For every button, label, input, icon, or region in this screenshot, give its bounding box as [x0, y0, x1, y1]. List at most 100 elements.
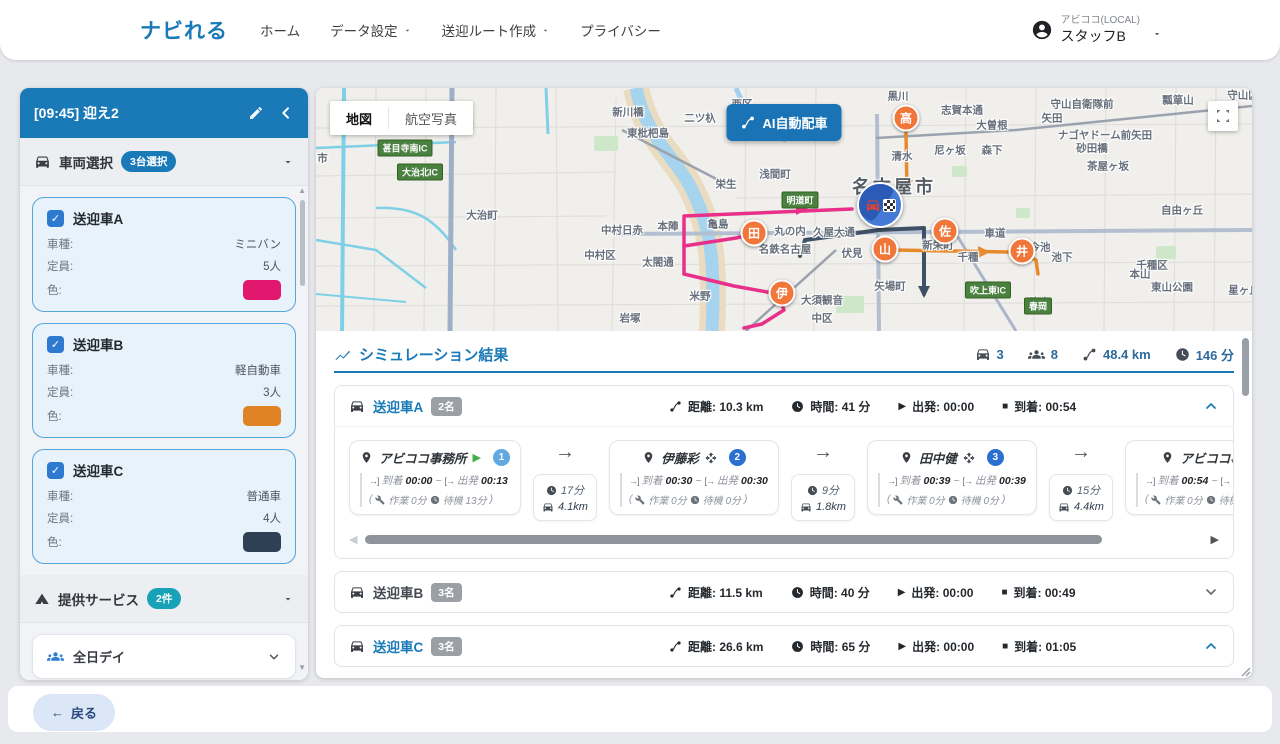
top-navbar: ナビれる ホーム データ設定 送迎ルート作成 プライバシー アビココ(LOCAL…: [0, 0, 1280, 60]
scroll-left-arrow[interactable]: ◀: [349, 533, 357, 546]
map-view-button[interactable]: 地図: [330, 101, 388, 135]
user-menu[interactable]: アビココ(LOCAL) スタッフB: [1031, 15, 1162, 45]
vehicle-a-toggle[interactable]: ✓ 送迎車A: [47, 208, 281, 228]
stop-card-3[interactable]: 田中健 3 →]到着00:39~[→出発00:39 (作業 0分待機 0分): [867, 440, 1037, 515]
ai-auto-dispatch-button[interactable]: AI自動配車: [726, 104, 841, 141]
map-place-label: 森下: [982, 143, 1003, 158]
map-place-label: 岩塚: [620, 311, 641, 326]
map-place-label: 中村日赤: [601, 223, 643, 238]
chevron-up-icon[interactable]: [1203, 398, 1219, 414]
car-icon: [349, 638, 365, 654]
map-place-label: 太閤通: [642, 255, 674, 270]
vehicle-c-row[interactable]: 送迎車C 3名 距離: 26.6 km 時間: 65 分 ▶出発: 00:00 …: [335, 626, 1233, 666]
back-button[interactable]: ← 戻る: [33, 694, 115, 731]
app-brand[interactable]: ナビれる: [140, 15, 228, 45]
vehicle-card-b: ✓ 送迎車B 車種:軽自動車 定員:3人 色:: [32, 323, 296, 438]
nav-home[interactable]: ホーム: [260, 20, 300, 40]
vehicle-b-toggle[interactable]: ✓ 送迎車B: [47, 334, 281, 354]
scrollbar-thumb[interactable]: [300, 200, 305, 286]
map-place-label: 名鉄名古屋: [759, 242, 812, 257]
wrench-icon: [375, 495, 385, 505]
resize-grip[interactable]: [1238, 664, 1251, 677]
map-place-label: 黒川: [888, 89, 909, 104]
clock-icon: [1062, 485, 1073, 496]
map-place-label: 尼ヶ坂: [934, 143, 966, 158]
row-arrive: ■到着: 00:49: [1001, 584, 1075, 601]
route-a-horizontal-scrollbar[interactable]: ◀ ▶: [349, 533, 1219, 546]
results-vertical-scrollbar[interactable]: [1242, 338, 1249, 396]
fullscreen-button[interactable]: [1208, 101, 1238, 131]
map-stop-marker[interactable]: 伊: [769, 280, 796, 307]
scroll-down-arrow[interactable]: ▼: [298, 663, 306, 672]
leg-card: 9分 1.8km: [791, 474, 855, 521]
drag-handle-icon[interactable]: [963, 452, 975, 464]
car-icon: [542, 501, 554, 513]
avatar-icon: [1031, 19, 1053, 41]
nav-route-create[interactable]: 送迎ルート作成: [442, 20, 551, 40]
wrench-icon: [635, 495, 645, 505]
row-time: 時間: 65 分: [791, 638, 870, 655]
service-card-zennichi-day[interactable]: 全日デイ: [32, 634, 296, 679]
chevron-up-icon[interactable]: [1203, 638, 1219, 654]
vehicle-card-c: ✓ 送迎車C 車種:普通車 定員:4人 色:: [32, 449, 296, 564]
map-ic-badge: 甚目寺南IC: [377, 140, 432, 157]
play-icon: ▶: [898, 587, 906, 598]
depot-marker[interactable]: [857, 182, 903, 228]
row-time: 時間: 40 分: [791, 584, 870, 601]
row-distance: 距離: 26.6 km: [669, 638, 763, 655]
stop-card-2[interactable]: 伊藤彩 2 →]到着00:30~[→出発00:30 (作業 0分待機 0分): [609, 440, 779, 515]
vehicle-a-row[interactable]: 送迎車A 2名 距離: 10.3 km 時間: 41 分 ▶出発: 00:00 …: [335, 386, 1233, 426]
chart-icon: [334, 346, 351, 363]
map-stop-marker[interactable]: 佐: [932, 218, 959, 245]
map-place-label: 本山: [1130, 267, 1151, 282]
clock-icon: [1175, 347, 1190, 362]
clock-icon: [430, 495, 440, 505]
map-stop-marker[interactable]: 井: [1009, 238, 1036, 265]
pin-icon: [642, 451, 655, 464]
map-stop-marker[interactable]: 高: [893, 105, 920, 132]
main-nav: ホーム データ設定 送迎ルート作成 プライバシー: [260, 20, 661, 40]
map-results-panel: あま市甚目寺甚目寺新川橋二ツ杁東枇杷島西区黒川志賀本通守山自衛隊前瓢箪山守山区矢…: [316, 88, 1252, 678]
checkbox-checked-icon[interactable]: ✓: [47, 462, 64, 479]
map-stop-marker[interactable]: 田: [741, 220, 768, 247]
scroll-up-arrow[interactable]: ▲: [298, 186, 306, 195]
stop-icon: ■: [1002, 401, 1008, 412]
collapse-sidebar-icon[interactable]: [278, 105, 294, 121]
hscroll-thumb[interactable]: [365, 535, 1102, 544]
nav-privacy[interactable]: プライバシー: [580, 20, 661, 40]
chevron-down-icon[interactable]: [1203, 584, 1219, 600]
route-title: [09:45] 迎え2: [34, 103, 248, 123]
map-place-label: 砂田橋: [1076, 141, 1108, 156]
sidebar-scrollbar[interactable]: ▲ ▼: [297, 186, 306, 672]
nav-data-settings[interactable]: データ設定: [330, 20, 412, 40]
route-sidebar: [09:45] 迎え2 車両選択 3台選択 ✓ 送迎車A 車種:ミニバン 定員:…: [20, 88, 308, 680]
drag-handle-icon[interactable]: [705, 452, 717, 464]
leg-2: → 9分 1.8km: [791, 440, 855, 521]
vehicle-card-a: ✓ 送迎車A 車種:ミニバン 定員:5人 色:: [32, 197, 296, 312]
sidebar-header: [09:45] 迎え2: [20, 88, 308, 138]
depart-icon: [→: [705, 476, 715, 486]
stop-card-1[interactable]: アビココ事務所 ▶ 1 →]到着00:00~[→出発00:13 (作業 0分待機…: [349, 440, 521, 515]
passenger-count-badge: 3名: [431, 637, 461, 656]
map-place-label: 浅間町: [759, 167, 791, 182]
arrow-right-icon: →: [791, 442, 855, 462]
vehicle-b-row[interactable]: 送迎車B 3名 距離: 11.5 km 時間: 40 分 ▶出発: 00:00 …: [335, 572, 1233, 612]
vehicle-section-header[interactable]: 車両選択 3台選択: [20, 138, 308, 186]
wrench-icon: [893, 495, 903, 505]
clock-icon: [807, 485, 818, 496]
map-canvas[interactable]: あま市甚目寺甚目寺新川橋二ツ杁東枇杷島西区黒川志賀本通守山自衛隊前瓢箪山守山区矢…: [316, 88, 1252, 331]
vehicle-c-toggle[interactable]: ✓ 送迎車C: [47, 460, 281, 480]
stop-card-4[interactable]: アビココ事務所 ■ →]到着00:54~[→出発 (作業 0分待機 0分): [1125, 440, 1233, 515]
summary-duration: 146 分: [1175, 345, 1234, 364]
map-ic-badge: 春岡: [1024, 298, 1052, 315]
row-distance: 距離: 10.3 km: [669, 398, 763, 415]
scroll-right-arrow[interactable]: ▶: [1211, 533, 1219, 546]
route-icon: [1082, 347, 1097, 362]
service-count-badge: 2件: [147, 588, 181, 609]
edit-icon[interactable]: [248, 105, 264, 121]
satellite-view-button[interactable]: 航空写真: [389, 101, 473, 135]
service-section-header[interactable]: 提供サービス 2件: [20, 575, 308, 623]
checkbox-checked-icon[interactable]: ✓: [47, 336, 64, 353]
map-stop-marker[interactable]: 山: [872, 236, 899, 263]
checkbox-checked-icon[interactable]: ✓: [47, 210, 64, 227]
